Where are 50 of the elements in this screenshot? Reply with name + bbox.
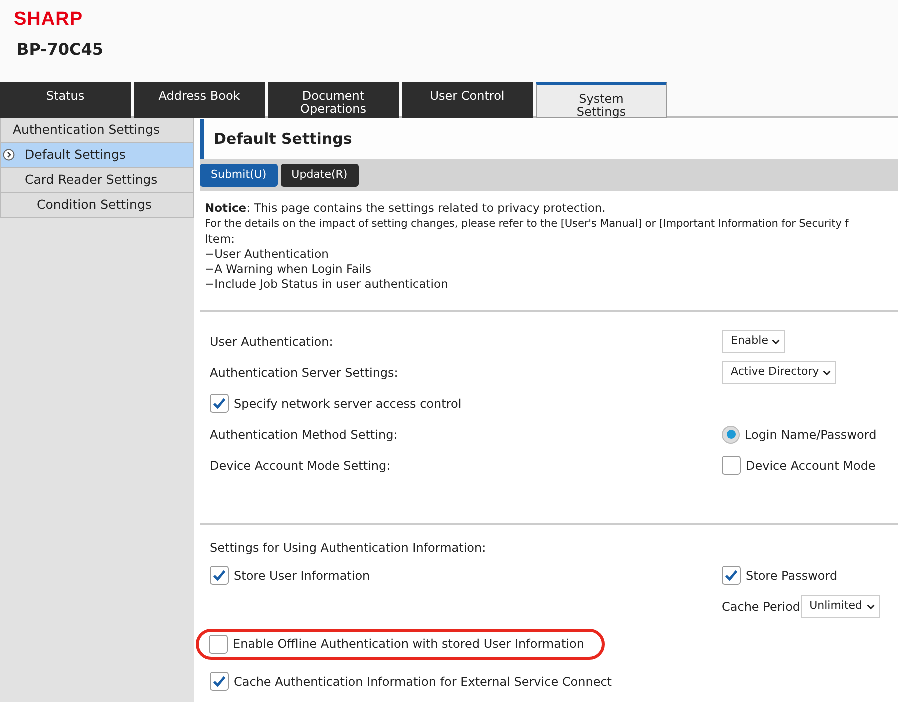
nav-tab[interactable]: Address Book — [134, 82, 265, 118]
setting-label: Device Account Mode Setting: — [210, 458, 391, 474]
checkbox[interactable] — [210, 394, 229, 413]
action-button[interactable]: Update(R) — [280, 164, 359, 186]
field-label: Cache Period — [722, 598, 801, 616]
checkbox[interactable] — [210, 672, 229, 691]
item-text: −Include Job Status in user authentication — [205, 277, 450, 292]
brand-logo: SHARP — [14, 10, 84, 31]
section-title: Settings for Using Authentication Information: — [210, 540, 488, 557]
item-text: −User Authentication — [205, 247, 330, 262]
checkbox[interactable] — [722, 566, 741, 585]
checkmark-icon — [212, 396, 227, 411]
checkmark-icon — [724, 568, 739, 583]
item-text: −A Warning when Login Fails — [205, 262, 372, 277]
checkbox-label: Store Password — [746, 568, 838, 584]
checkmark-icon — [212, 568, 227, 583]
radio-button[interactable] — [722, 426, 740, 444]
setting-label: Authentication Method Setting: — [210, 426, 398, 444]
dropdown[interactable]: Unlimited — [800, 595, 880, 618]
setting-label: Authentication Server Settings: — [210, 364, 398, 382]
caret-icon — [823, 370, 832, 376]
nav-tab[interactable]: User Control — [402, 82, 533, 118]
notice-text: Notice: This page contains the settings related to privacy protection. — [205, 201, 607, 216]
model-name: BP-70C45 — [17, 40, 105, 58]
checkbox[interactable] — [722, 456, 741, 475]
nav-tab[interactable]: System Settings — [536, 82, 667, 118]
checkbox-label: Device Account Mode — [746, 458, 876, 474]
nav-tab[interactable]: Status — [0, 82, 131, 118]
nav-tab[interactable]: Document Operations — [268, 82, 399, 118]
dropdown[interactable]: Enable — [722, 330, 786, 353]
checkbox-label: Enable Offline Authentication with stored User Information — [233, 636, 584, 653]
item-heading: Item: — [205, 232, 236, 247]
sidebar-item[interactable]: Condition Settings — [0, 193, 194, 218]
setting-label: User Authentication: — [210, 334, 334, 350]
checkbox-label: Specify network server access control — [234, 396, 462, 412]
caret-icon — [866, 604, 875, 610]
dropdown[interactable]: Active Directory — [722, 361, 836, 384]
checkbox[interactable] — [210, 566, 229, 585]
sidebar-item[interactable]: Card Reader Settings — [0, 168, 194, 193]
checkbox[interactable] — [209, 634, 228, 654]
chevron-circle-icon — [3, 149, 15, 161]
radio-label: Login Name/Password — [745, 426, 877, 444]
caret-icon — [772, 338, 780, 344]
notice-detail: For the details on the impact of setting changes, please refer to the [User's Manual] or [Important Information for Security f — [205, 217, 849, 232]
sidebar-item[interactable]: Authentication Settings — [0, 118, 194, 143]
action-button[interactable]: Submit(U) — [200, 164, 278, 186]
checkbox-label: Cache Authentication Information for External Service Connect — [234, 674, 612, 690]
sidebar-item[interactable]: Default Settings — [0, 143, 194, 168]
checkbox-label: Store User Information — [234, 568, 370, 584]
checkmark-icon — [212, 674, 227, 689]
